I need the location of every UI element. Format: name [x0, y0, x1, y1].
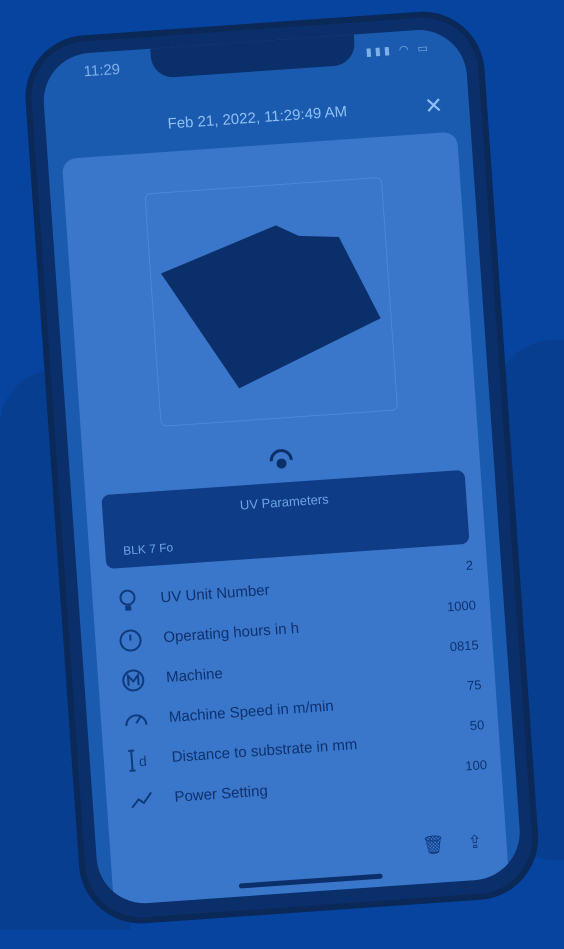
- product-preview: [144, 176, 399, 427]
- scan-indicator-icon: [269, 449, 293, 469]
- product-shape: [160, 225, 381, 389]
- param-value: 75: [466, 677, 482, 694]
- clock-icon: [119, 629, 142, 652]
- panel-subtitle: BLK 7 Fo: [122, 540, 174, 558]
- svg-text:d: d: [138, 753, 147, 770]
- panel-title: UV Parameters: [239, 491, 330, 513]
- param-value: 100: [464, 756, 488, 774]
- param-label: Operating hours in h: [162, 619, 300, 647]
- param-label: Power Setting: [173, 782, 269, 806]
- status-time: 11:29: [83, 60, 121, 81]
- param-label: Distance to substrate in mm: [171, 736, 358, 766]
- notch: [150, 34, 356, 79]
- param-value: 1000: [446, 597, 477, 615]
- share-icon[interactable]: ⇪: [467, 832, 484, 854]
- param-label: Machine Speed in m/min: [168, 697, 335, 727]
- param-value: 0815: [449, 637, 480, 655]
- trash-icon[interactable]: 🗑: [421, 834, 445, 857]
- uv-parameters-panel: UV Parameters BLK 7 Fo: [101, 469, 470, 570]
- phone-frame: 11:29 ▮▮▮ ◠ ▭ Feb 21, 2022, 11:29:49 AM …: [21, 7, 543, 928]
- footer-actions: 🗑 ⇪: [403, 832, 483, 858]
- lightbulb-icon: [119, 589, 136, 611]
- param-value: 50: [469, 717, 485, 734]
- trend-line-icon: [131, 791, 152, 809]
- param-label: Machine: [165, 665, 224, 687]
- status-icons: ▮▮▮ ◠ ▭: [365, 42, 432, 59]
- machine-icon: [122, 669, 145, 692]
- param-label: UV Unit Number: [160, 581, 271, 607]
- detail-sheet: UV Parameters BLK 7 Fo UV Unit Number 2 …: [61, 131, 510, 907]
- phone-screen: 11:29 ▮▮▮ ◠ ▭ Feb 21, 2022, 11:29:49 AM …: [40, 26, 523, 907]
- param-value: 2: [465, 557, 474, 573]
- distance-icon: d: [128, 749, 147, 772]
- close-icon[interactable]: ✕: [424, 92, 444, 119]
- speedometer-icon: [125, 714, 148, 727]
